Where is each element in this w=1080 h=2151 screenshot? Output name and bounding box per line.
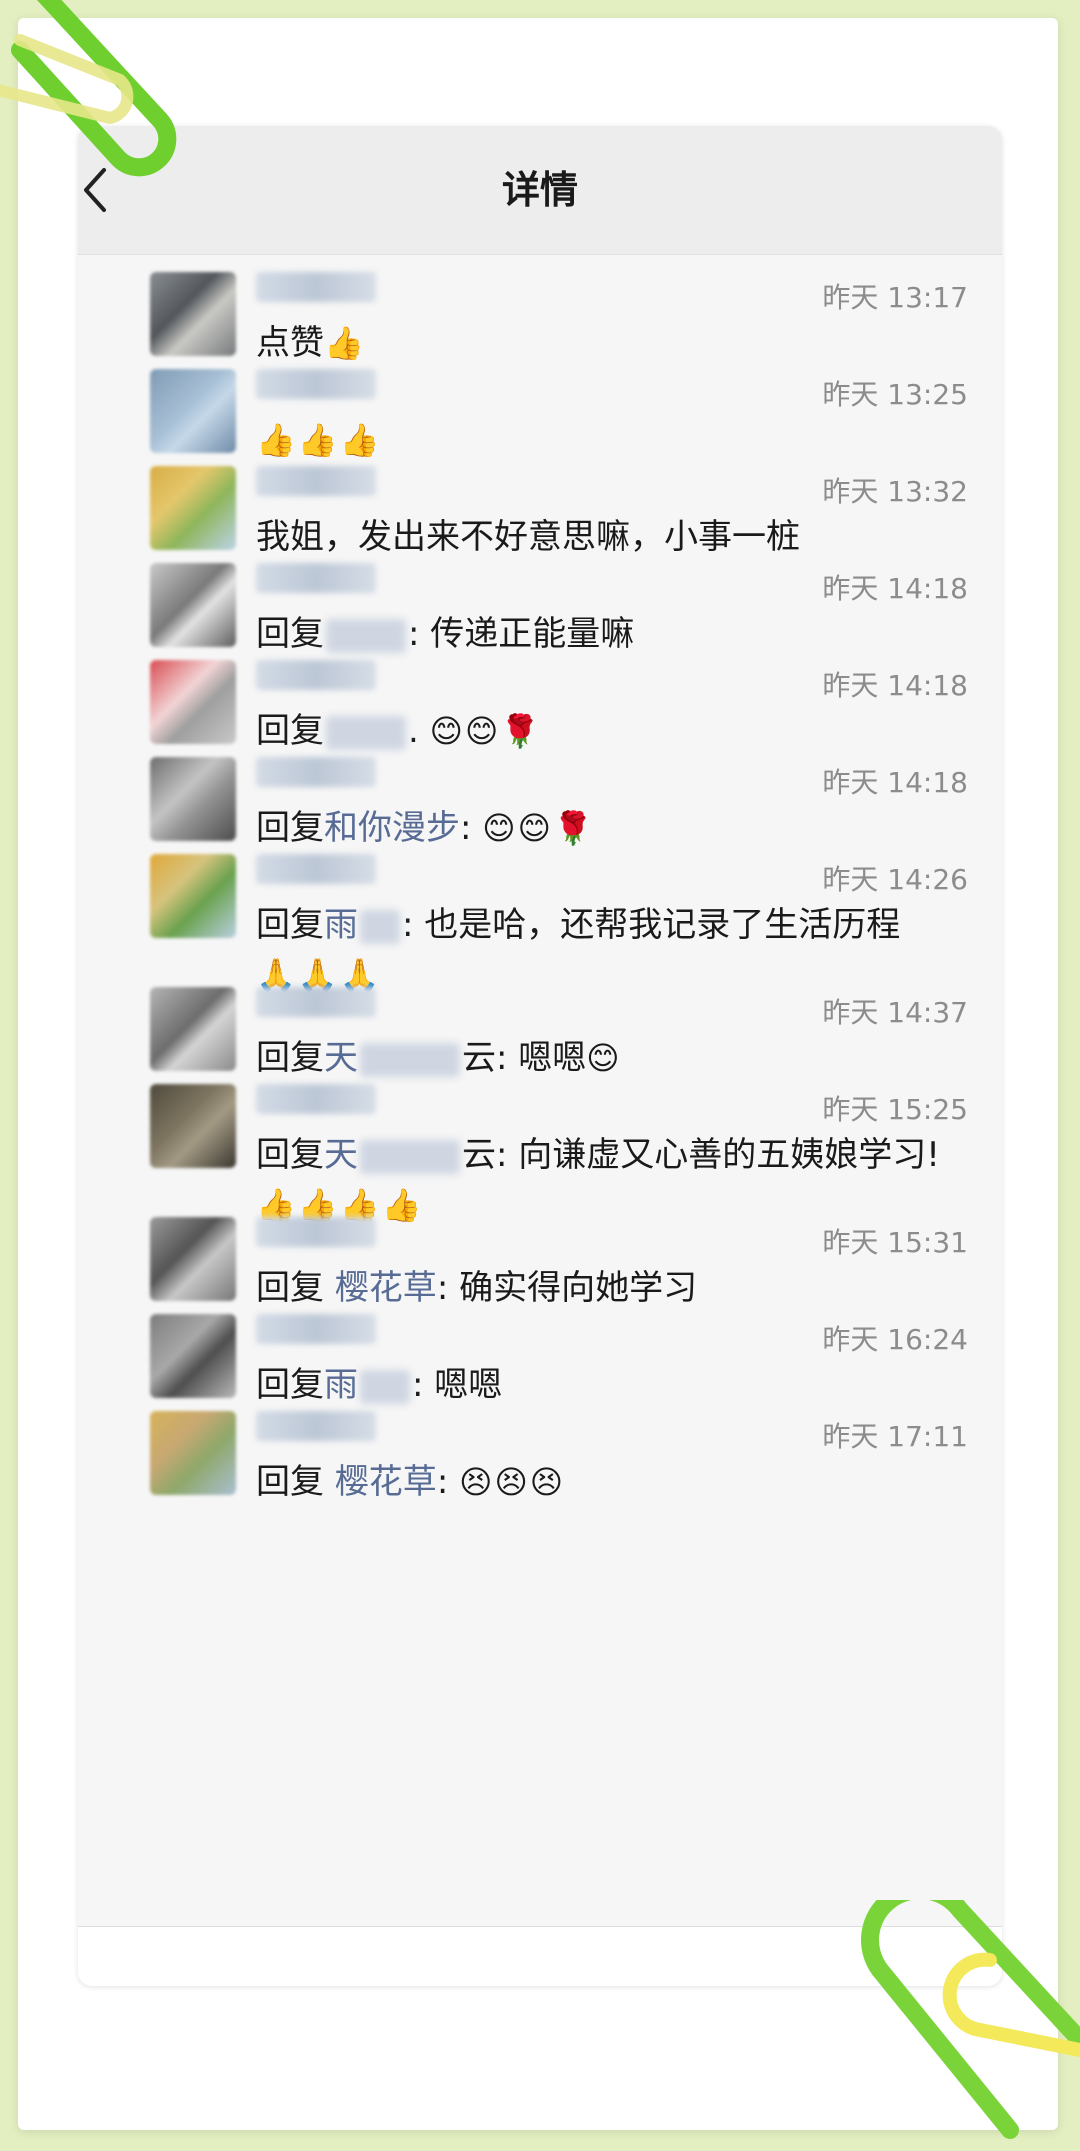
reply-name[interactable]: 天 — [324, 1038, 358, 1078]
reply-prefix: 回复 — [256, 614, 324, 654]
avatar[interactable] — [150, 987, 236, 1071]
comment-time: 昨天 16:24 — [822, 1323, 968, 1356]
comment-time: 昨天 15:31 — [822, 1226, 968, 1259]
reply-prefix: 回复 — [256, 1038, 324, 1078]
commenter-name[interactable] — [256, 660, 376, 690]
comment-text: 回复. 😊😊🌹 — [256, 706, 976, 756]
comment-body: : 也是哈，还帮我记录了生活历程 — [402, 905, 901, 945]
avatar[interactable] — [150, 563, 236, 647]
reply-name[interactable]: 雨 — [324, 1365, 358, 1405]
comment-body: : 传递正能量嘛 — [408, 614, 635, 654]
comment-text: 回复雨 : 嗯嗯 — [256, 1360, 976, 1410]
comment-time: 昨天 15:25 — [822, 1093, 968, 1126]
avatar[interactable] — [150, 1314, 236, 1398]
page-title: 详情 — [501, 168, 578, 212]
emoji: 😊😊🌹 — [429, 712, 543, 750]
comment-text: 👍👍👍 — [256, 415, 976, 465]
reply-prefix: 回复 — [256, 1462, 324, 1502]
avatar[interactable] — [150, 369, 236, 453]
commenter-name[interactable] — [256, 987, 376, 1017]
reply-name[interactable]: 雨 — [324, 905, 358, 945]
avatar[interactable] — [150, 757, 236, 841]
commenter-name[interactable] — [256, 1411, 376, 1441]
commenter-name[interactable] — [256, 1084, 376, 1114]
comment-text: 回复天 云: 向谦虚又心善的五姨娘学习! 👍👍👍👍 — [256, 1130, 976, 1230]
commenter-name[interactable] — [256, 272, 376, 302]
comment-time: 昨天 14:18 — [822, 766, 968, 799]
blurred-name[interactable] — [360, 1369, 410, 1404]
comment-text: 回复 樱花草: 😣😣😣 — [256, 1457, 976, 1507]
comment-body: 云: 嗯嗯 — [462, 1038, 587, 1078]
avatar[interactable] — [150, 1084, 236, 1168]
top-bar: 详情 — [78, 126, 1002, 255]
avatar[interactable] — [150, 272, 236, 356]
comment-body: : 确实得向她学习 — [436, 1268, 698, 1308]
comment-time: 昨天 17:11 — [822, 1420, 968, 1453]
reply-prefix: 回复 — [256, 1268, 324, 1308]
reply-name[interactable]: 天 — [324, 1135, 358, 1175]
comment-time: 昨天 13:17 — [822, 281, 968, 314]
comment-text: 回复和你漫步: 😊😊🌹 — [256, 803, 976, 853]
comment-time: 昨天 14:37 — [822, 996, 968, 1029]
comment-body: 云: 向谦虚又心善的五姨娘学习! — [462, 1135, 940, 1175]
chevron-left-icon[interactable] — [78, 162, 112, 218]
comment-body: : — [460, 808, 483, 848]
commenter-name[interactable] — [256, 854, 376, 884]
comment-time: 昨天 13:25 — [822, 378, 968, 411]
reply-prefix: 回复 — [256, 905, 324, 945]
emoji: 😊😊🌹 — [482, 809, 595, 847]
avatar[interactable] — [150, 1217, 236, 1301]
comment-body: 点赞 — [256, 323, 324, 363]
comment-time: 昨天 14:18 — [822, 572, 968, 605]
comment-text: 我姐，发出来不好意思嘛，小事一桩 — [256, 512, 976, 562]
emoji: 😣😣😣 — [459, 1463, 566, 1501]
avatar[interactable] — [150, 854, 236, 938]
comment-text: 点赞👍 — [256, 318, 976, 368]
reply-name[interactable]: 和你漫步 — [324, 808, 460, 848]
comment-text: 回复天 云: 嗯嗯😊 — [256, 1033, 976, 1083]
avatar[interactable] — [150, 1411, 236, 1495]
phone-screen: 详情 昨天 13:17 点赞👍 昨天 13:25 👍👍👍 昨天 13:32 我姐… — [78, 126, 1002, 1986]
blurred-name[interactable] — [326, 715, 406, 750]
reply-prefix: 回复 — [256, 1365, 324, 1405]
blurred-name[interactable] — [360, 1139, 460, 1174]
blurred-name[interactable] — [326, 618, 406, 653]
commenter-name[interactable] — [256, 1217, 376, 1247]
comment-body: . — [408, 711, 430, 751]
blurred-name[interactable] — [360, 909, 400, 944]
avatar[interactable] — [150, 660, 236, 744]
comment-time: 昨天 14:18 — [822, 669, 968, 702]
reply-prefix: 回复 — [256, 1135, 324, 1175]
comment-body: : 嗯嗯 — [412, 1365, 503, 1405]
avatar[interactable] — [150, 466, 236, 550]
emoji: 👍 — [324, 324, 366, 362]
comment-text: 回复 : 传递正能量嘛 — [256, 609, 976, 659]
emoji: 😊 — [586, 1039, 622, 1077]
comment-body: : — [436, 1462, 460, 1502]
comment-body: 我姐，发出来不好意思嘛，小事一桩 — [256, 517, 800, 557]
comment-text: 回复 樱花草: 确实得向她学习 — [256, 1263, 976, 1313]
reply-prefix: 回复 — [256, 711, 324, 751]
comment-input-bar[interactable] — [78, 1926, 1002, 1986]
reply-name[interactable]: 樱花草 — [335, 1462, 437, 1502]
blurred-name[interactable] — [360, 1042, 460, 1077]
emoji: 👍👍👍 — [256, 421, 382, 459]
comment-time: 昨天 14:26 — [822, 863, 968, 896]
commenter-name[interactable] — [256, 1314, 376, 1344]
commenter-name[interactable] — [256, 757, 376, 787]
reply-name[interactable]: 樱花草 — [335, 1268, 437, 1308]
commenter-name[interactable] — [256, 563, 376, 593]
commenter-name[interactable] — [256, 466, 376, 496]
commenter-name[interactable] — [256, 369, 376, 399]
comment-text: 回复雨: 也是哈，还帮我记录了生活历程 🙏🙏🙏 — [256, 900, 976, 1000]
reply-prefix: 回复 — [256, 808, 324, 848]
comment-time: 昨天 13:32 — [822, 475, 968, 508]
